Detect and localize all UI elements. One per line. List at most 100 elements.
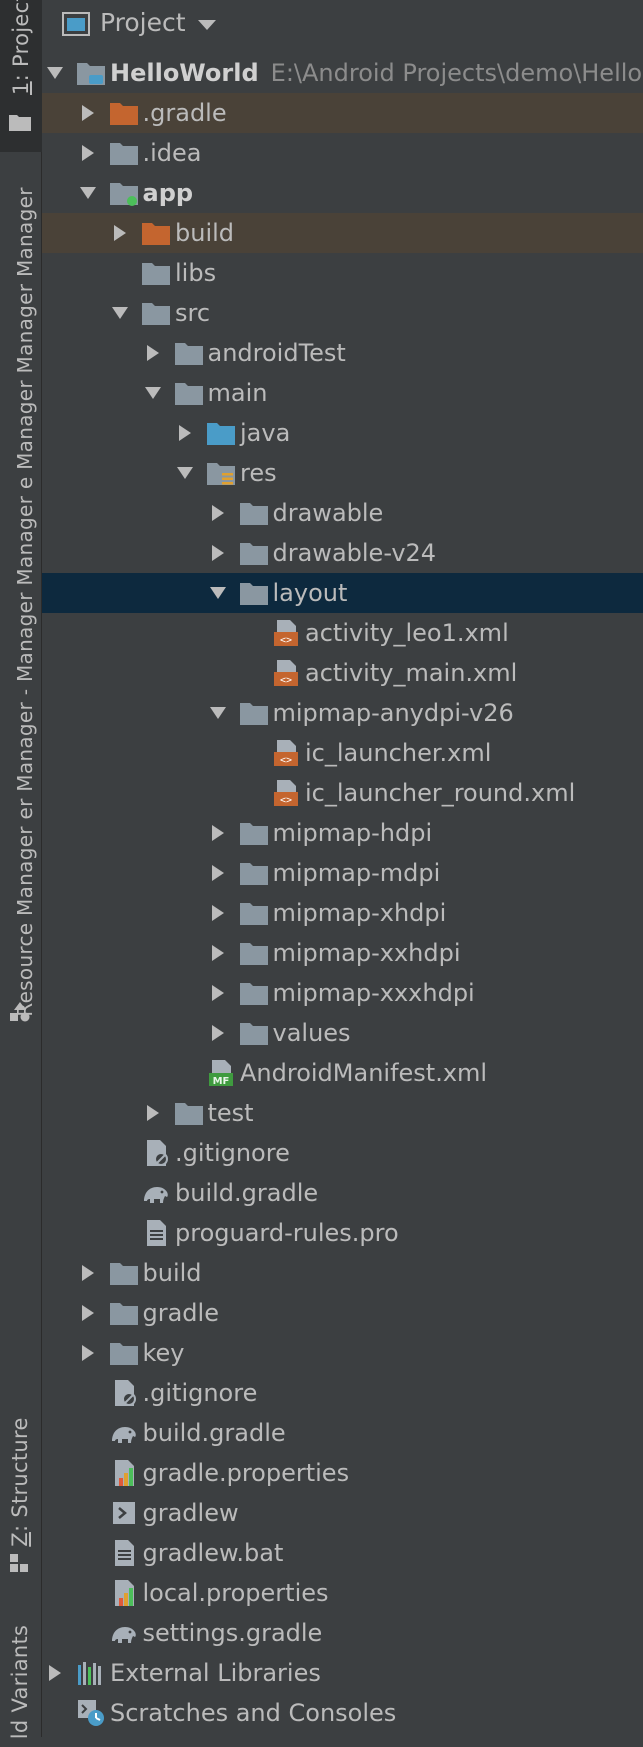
tree-node-label: app <box>142 179 194 207</box>
tool-window-stripe: 1: Project Resource Manager er Manager ˗… <box>0 0 42 1740</box>
tree-node[interactable]: gradlew.bat <box>42 1533 643 1573</box>
tree-node-label: androidTest <box>207 339 346 367</box>
tree-node[interactable]: Scratches and Consoles <box>42 1693 643 1733</box>
tree-node[interactable]: <> activity_leo1.xml <box>42 613 643 653</box>
tree-node[interactable]: MF AndroidManifest.xml <box>42 1053 643 1093</box>
tree-node-label: External Libraries <box>110 1659 321 1687</box>
tree-node[interactable]: External Libraries <box>42 1653 643 1693</box>
tree-node[interactable]: HelloWorld E:\Android Projects\demo\Hello… <box>42 53 643 93</box>
tree-node[interactable]: .gitignore <box>42 1373 643 1413</box>
tree-node[interactable]: <> activity_main.xml <box>42 653 643 693</box>
tree-node-label: mipmap-mdpi <box>272 859 441 887</box>
tree-node[interactable]: layout <box>42 573 643 613</box>
resource-manager-tab[interactable]: Resource Manager er Manager ˗ Manager Ma… <box>0 160 42 1040</box>
expand-arrow-down-icon[interactable] <box>143 373 163 413</box>
tree-node-label: .gitignore <box>142 1379 258 1407</box>
tree-node[interactable]: mipmap-anydpi-v26 <box>42 693 643 733</box>
expand-arrow-down-icon[interactable] <box>45 53 65 93</box>
tree-node[interactable]: build <box>42 213 643 253</box>
project-tool-tab[interactable]: 1: Project <box>0 0 42 152</box>
tree-node[interactable]: build <box>42 1253 643 1293</box>
expand-arrow-right-icon[interactable] <box>208 973 228 1013</box>
tree-node[interactable]: res <box>42 453 643 493</box>
svg-text:<>: <> <box>280 795 292 806</box>
project-view-header[interactable]: Project <box>42 0 643 48</box>
tree-node[interactable]: drawable-v24 <box>42 533 643 573</box>
tree-node[interactable]: drawable <box>42 493 643 533</box>
tree-node-label: gradle <box>142 1299 219 1327</box>
folder-icon <box>239 819 269 847</box>
tree-node[interactable]: build.gradle <box>42 1413 643 1453</box>
tree-node[interactable]: test <box>42 1093 643 1133</box>
scratches-icon <box>76 1699 106 1727</box>
expand-arrow-right-icon[interactable] <box>208 933 228 973</box>
tree-node-label: mipmap-hdpi <box>272 819 433 847</box>
expand-arrow-right-icon[interactable] <box>208 493 228 533</box>
tree-node[interactable]: gradle.properties <box>42 1453 643 1493</box>
xml-file-icon: <> <box>271 779 301 807</box>
tree-node[interactable]: mipmap-xxhdpi <box>42 933 643 973</box>
shell-script-icon <box>109 1499 139 1527</box>
expand-arrow-right-icon[interactable] <box>78 133 98 173</box>
tree-node[interactable]: mipmap-mdpi <box>42 853 643 893</box>
tree-node[interactable]: key <box>42 1333 643 1373</box>
expand-arrow-right-icon[interactable] <box>78 1253 98 1293</box>
tree-node[interactable]: gradle <box>42 1293 643 1333</box>
tree-node-label: mipmap-anydpi-v26 <box>272 699 514 727</box>
tree-node[interactable]: .gradle <box>42 93 643 133</box>
tree-node[interactable]: androidTest <box>42 333 643 373</box>
xml-file-icon: <> <box>271 619 301 647</box>
tree-node[interactable]: mipmap-hdpi <box>42 813 643 853</box>
tree-node[interactable]: local.properties <box>42 1573 643 1613</box>
tree-node[interactable]: .idea <box>42 133 643 173</box>
tree-node[interactable]: <> ic_launcher_round.xml <box>42 773 643 813</box>
resource-folder-icon <box>206 459 236 487</box>
expand-arrow-right-icon[interactable] <box>208 893 228 933</box>
expand-arrow-right-icon[interactable] <box>143 333 163 373</box>
folder-icon <box>174 379 204 407</box>
folder-icon <box>239 499 269 527</box>
project-tab-label: : Project <box>9 0 33 82</box>
expand-arrow-right-icon[interactable] <box>78 1293 98 1333</box>
tree-node[interactable]: values <box>42 1013 643 1053</box>
tree-node-label: build.gradle <box>142 1419 286 1447</box>
expand-arrow-down-icon[interactable] <box>78 173 98 213</box>
expand-arrow-down-icon[interactable] <box>208 693 228 733</box>
tree-node[interactable]: mipmap-xxxhdpi <box>42 973 643 1013</box>
expand-arrow-right-icon[interactable] <box>208 853 228 893</box>
expand-arrow-right-icon[interactable] <box>78 93 98 133</box>
expand-arrow-right-icon[interactable] <box>208 533 228 573</box>
tree-node[interactable]: libs <box>42 253 643 293</box>
tree-node[interactable]: .gitignore <box>42 1133 643 1173</box>
svg-text:MF: MF <box>213 1076 230 1087</box>
build-variants-tab[interactable]: ld Variants <box>0 1610 42 1740</box>
expand-arrow-down-icon[interactable] <box>175 453 195 493</box>
tree-node[interactable]: gradlew <box>42 1493 643 1533</box>
chevron-down-icon[interactable] <box>197 19 217 31</box>
expand-arrow-right-icon[interactable] <box>208 813 228 853</box>
tree-node[interactable]: mipmap-xhdpi <box>42 893 643 933</box>
expand-arrow-down-icon[interactable] <box>110 293 130 333</box>
tree-node[interactable]: settings.gradle <box>42 1613 643 1653</box>
expand-arrow-right-icon[interactable] <box>175 413 195 453</box>
tree-node[interactable]: main <box>42 373 643 413</box>
folder-icon <box>109 1299 139 1327</box>
tree-node[interactable]: src <box>42 293 643 333</box>
tree-node[interactable]: proguard-rules.pro <box>42 1213 643 1253</box>
expand-arrow-right-icon[interactable] <box>78 1333 98 1373</box>
folder-icon <box>9 115 31 131</box>
expand-arrow-right-icon[interactable] <box>208 1013 228 1053</box>
expand-arrow-right-icon[interactable] <box>45 1653 65 1693</box>
structure-tool-tab[interactable]: Z: Structure <box>0 1400 42 1590</box>
expand-arrow-right-icon[interactable] <box>143 1093 163 1133</box>
tree-node-label: drawable-v24 <box>272 539 437 567</box>
expand-arrow-right-icon[interactable] <box>110 213 130 253</box>
folder-icon <box>239 1019 269 1047</box>
tree-node[interactable]: <> ic_launcher.xml <box>42 733 643 773</box>
tree-node[interactable]: app <box>42 173 643 213</box>
tree-node[interactable]: build.gradle <box>42 1173 643 1213</box>
expand-arrow-down-icon[interactable] <box>208 573 228 613</box>
tree-node[interactable]: java <box>42 413 643 453</box>
tree-node-label: activity_leo1.xml <box>305 619 509 647</box>
folder-icon <box>239 899 269 927</box>
